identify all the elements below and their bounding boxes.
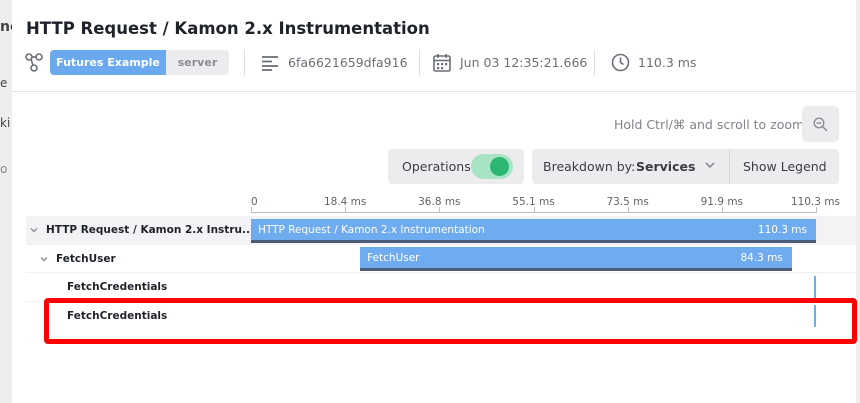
trace-id: 6fa6621659dfa916 bbox=[288, 55, 408, 70]
meta-divider bbox=[419, 50, 420, 75]
breakdown-select[interactable]: Services bbox=[636, 159, 695, 174]
operations-toggle[interactable] bbox=[471, 154, 513, 179]
timeline-tick bbox=[251, 207, 252, 213]
row-divider bbox=[26, 244, 856, 245]
span-label[interactable]: FetchCredentials bbox=[67, 281, 167, 293]
trace-duration: 110.3 ms bbox=[638, 55, 697, 70]
chevron-down-icon[interactable] bbox=[39, 254, 49, 264]
document-lines-icon bbox=[262, 56, 278, 71]
background-app-strip: nc e ki o bbox=[0, 0, 18, 403]
timeline-tick-label: 0 bbox=[251, 196, 258, 208]
trace-timestamp: Jun 03 12:35:21.666 bbox=[460, 55, 588, 70]
breakdown-group: Breakdown by: Services Show Legend bbox=[532, 149, 839, 184]
selection-highlight-box bbox=[44, 298, 857, 344]
timeline-tick bbox=[439, 207, 441, 213]
zoom-out-icon bbox=[813, 117, 828, 132]
trace-detail-panel: HTTP Request / Kamon 2.x Instrumentation… bbox=[12, 0, 857, 403]
background-text-fragment: e bbox=[0, 76, 8, 90]
timeline-tick bbox=[345, 207, 347, 213]
breakdown-divider bbox=[729, 149, 730, 184]
chevron-down-icon[interactable] bbox=[29, 225, 39, 235]
operations-label: Operations bbox=[402, 159, 471, 174]
span-bar-duration: 110.3 ms bbox=[757, 224, 807, 236]
operations-toggle-group: Operations bbox=[388, 149, 524, 184]
timeline-tick bbox=[533, 207, 535, 213]
timeline-tick bbox=[816, 207, 817, 213]
span-label[interactable]: HTTP Request / Kamon 2.x Instru... bbox=[46, 224, 254, 236]
background-app-strip-right bbox=[856, 0, 860, 403]
timeline-tick bbox=[627, 207, 629, 213]
span-label[interactable]: FetchUser bbox=[56, 253, 116, 265]
toggle-knob bbox=[490, 157, 509, 176]
show-legend-button[interactable]: Show Legend bbox=[743, 159, 827, 174]
timeline-tick bbox=[721, 207, 723, 213]
span-bar[interactable] bbox=[813, 276, 816, 298]
background-text-fragment: o bbox=[0, 162, 8, 176]
trace-graph-icon bbox=[25, 53, 43, 72]
kind-tag[interactable]: server bbox=[166, 50, 229, 75]
span-bar[interactable]: HTTP Request / Kamon 2.x Instrumentation… bbox=[251, 219, 816, 243]
row-divider bbox=[26, 272, 856, 273]
clock-icon bbox=[611, 53, 630, 72]
zoom-hint: Hold Ctrl/⌘ and scroll to zoom bbox=[614, 117, 805, 132]
span-bar-duration: 84.3 ms bbox=[740, 252, 783, 264]
span-bar[interactable]: FetchUser 84.3 ms bbox=[360, 247, 792, 271]
chevron-down-icon[interactable] bbox=[704, 159, 716, 171]
span-bar-label: FetchUser bbox=[367, 252, 420, 264]
meta-divider bbox=[244, 50, 245, 75]
calendar-icon bbox=[433, 54, 451, 72]
header-divider bbox=[12, 91, 856, 92]
meta-divider bbox=[594, 50, 595, 75]
span-bar-shadow bbox=[360, 268, 792, 271]
page-title: HTTP Request / Kamon 2.x Instrumentation bbox=[26, 19, 430, 38]
service-tag[interactable]: Futures Example bbox=[50, 50, 166, 75]
span-bar-label: HTTP Request / Kamon 2.x Instrumentation bbox=[258, 224, 485, 236]
zoom-button[interactable] bbox=[802, 106, 839, 142]
span-bar-shadow bbox=[251, 240, 816, 243]
background-text-fragment: ki bbox=[0, 116, 11, 130]
breakdown-label: Breakdown by: bbox=[543, 159, 636, 174]
